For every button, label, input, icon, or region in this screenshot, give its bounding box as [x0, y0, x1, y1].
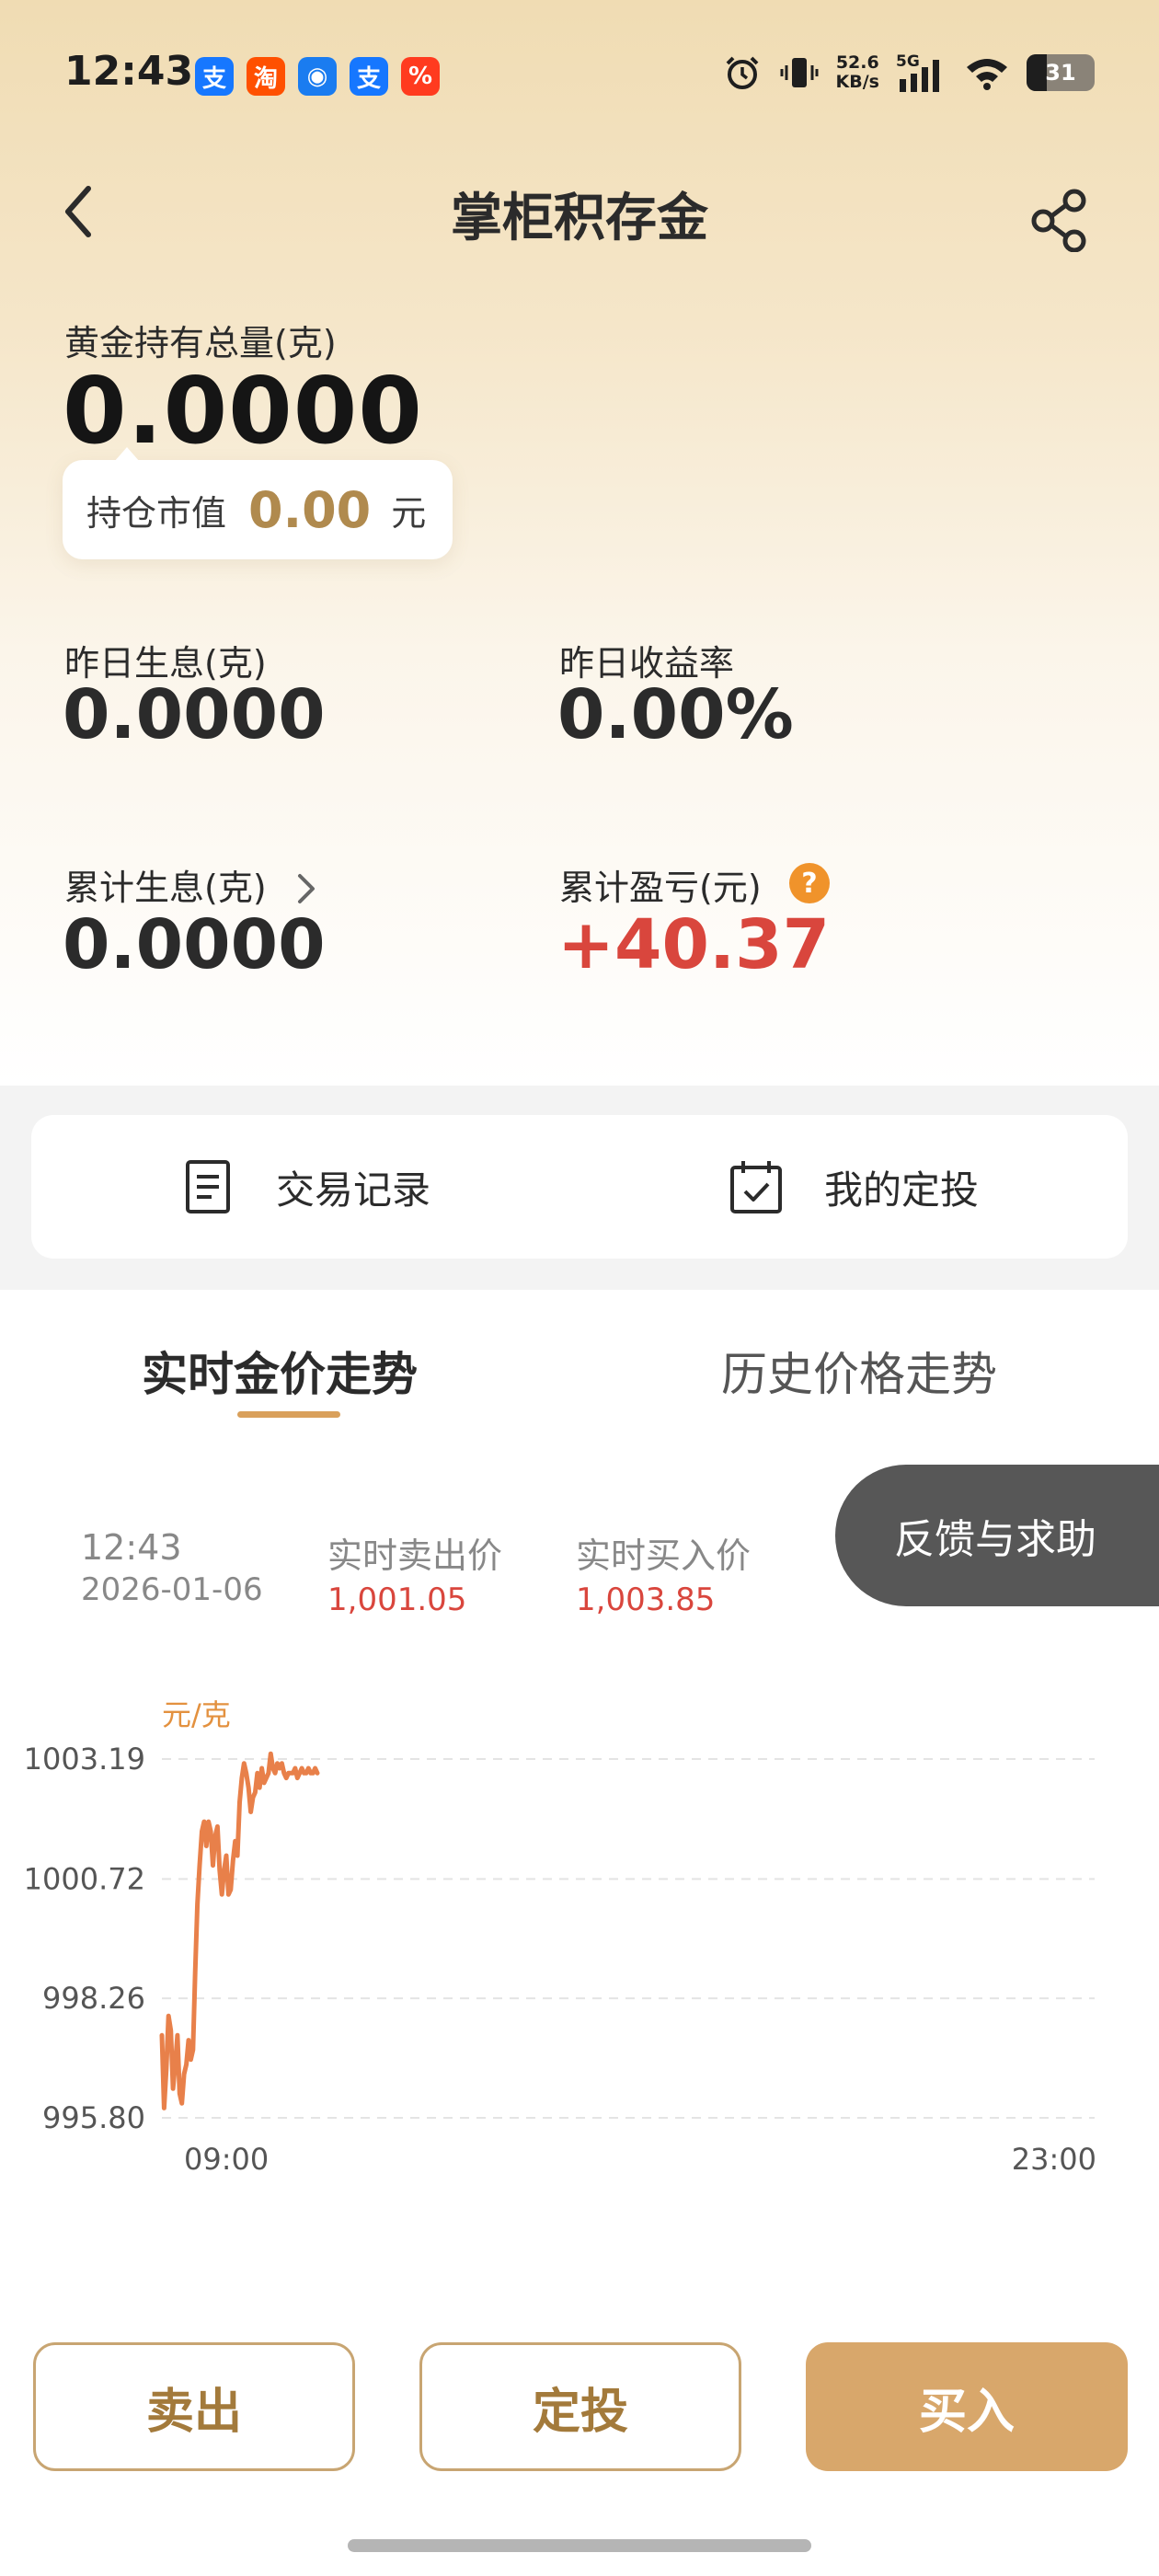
chevron-right-icon[interactable] — [293, 868, 320, 909]
notification-icons: 支淘 ◉ 支% — [195, 57, 440, 96]
sell-price-column: 实时卖出价 1,001.05 — [327, 1527, 502, 1618]
market-value: 0.00 — [248, 480, 372, 539]
price-time: 12:43 — [81, 1527, 182, 1568]
plan-button[interactable]: 定投 — [419, 2342, 741, 2471]
buy-price-column: 实时买入价 1,003.85 — [576, 1527, 751, 1618]
cumulative-pnl-value: +40.37 — [557, 905, 831, 984]
cumulative-pnl-label: 累计盈亏(元) — [559, 868, 762, 908]
sell-price-value: 1,001.05 — [327, 1581, 467, 1618]
tab-active-indicator — [237, 1411, 340, 1418]
chart-tabs: 实时金价走势 历史价格走势 — [0, 1290, 1159, 1428]
chart-unit-label: 元/克 — [162, 1697, 231, 1732]
my-plan-button[interactable]: 我的定投 — [580, 1115, 1128, 1259]
market-value-unit: 元 — [391, 492, 427, 534]
cumulative-interest-label[interactable]: 累计生息(克) — [64, 859, 267, 910]
alarm-icon — [726, 56, 758, 89]
y-tick-label: 1000.72 — [24, 1861, 145, 1896]
buy-price-label: 实时买入价 — [576, 1535, 752, 1576]
vibrate-icon — [780, 58, 819, 87]
messenger-icon: ◉ — [298, 57, 337, 96]
home-indicator — [348, 2539, 811, 2552]
calendar-check-icon — [729, 1161, 782, 1213]
shopping-icon: % — [401, 57, 440, 96]
system-status: 52.6 KB/s 5G 31 — [722, 52, 1095, 94]
transaction-records-label: 交易记录 — [275, 1167, 430, 1213]
taobao-icon: 淘 — [247, 57, 285, 96]
share-icon[interactable] — [1028, 188, 1093, 252]
transaction-records-button[interactable]: 交易记录 — [31, 1115, 580, 1259]
buy-button[interactable]: 买入 — [806, 2342, 1128, 2471]
network-speed: 52.6 KB/s — [836, 53, 879, 92]
x-tick-label: 09:00 — [184, 2142, 269, 2177]
my-plan-label: 我的定投 — [823, 1167, 979, 1213]
yesterday-yield-value: 0.00% — [557, 675, 794, 754]
document-icon — [185, 1160, 230, 1213]
tab-realtime[interactable]: 实时金价走势 — [142, 1338, 418, 1404]
network-type: 5G — [896, 52, 920, 71]
cumulative-interest-value: 0.0000 — [63, 905, 326, 984]
market-value-label: 持仓市值 — [86, 492, 227, 534]
alipay-icon: 支 — [350, 57, 388, 96]
actions-card: 交易记录 我的定投 — [31, 1115, 1128, 1259]
price-line-series — [159, 1751, 320, 2110]
y-tick-label: 1003.19 — [24, 1742, 145, 1777]
price-chart: 元/克 1003.19 1000.72 998.26 995.80 09:00 23:00 — [24, 1697, 1096, 2177]
network-speed-value: 52.6 — [835, 52, 879, 73]
buy-price-value: 1,003.85 — [576, 1581, 716, 1618]
alipay-icon: 支 — [195, 57, 234, 96]
wifi-icon — [967, 59, 1007, 90]
help-icon[interactable]: ? — [789, 863, 830, 903]
y-tick-label: 995.80 — [42, 2100, 145, 2135]
status-time: 12:43 — [64, 48, 194, 95]
sell-button[interactable]: 卖出 — [33, 2342, 355, 2471]
x-tick-label: 23:00 — [1012, 2142, 1096, 2177]
signal-icon: 5G — [896, 52, 939, 92]
y-tick-label: 998.26 — [42, 1981, 145, 2016]
page-title: 掌柜积存金 — [451, 189, 708, 248]
price-time-column: 12:43 2026-01-06 — [81, 1527, 263, 1608]
tab-history[interactable]: 历史价格走势 — [721, 1338, 997, 1404]
battery-icon: 31 — [1027, 54, 1095, 91]
network-speed-unit: KB/s — [835, 72, 879, 92]
yesterday-interest-value: 0.0000 — [63, 675, 326, 754]
feedback-button[interactable]: 反馈与求助 — [835, 1465, 1159, 1606]
battery-level: 31 — [1045, 60, 1076, 86]
market-value-bubble: 持仓市值 0.00 元 — [63, 447, 453, 559]
sell-price-label: 实时卖出价 — [327, 1535, 503, 1576]
price-date: 2026-01-06 — [81, 1571, 263, 1608]
status-bar: 12:43 支淘 ◉ 支% 52.6 KB/s 5G 31 — [0, 0, 1159, 156]
